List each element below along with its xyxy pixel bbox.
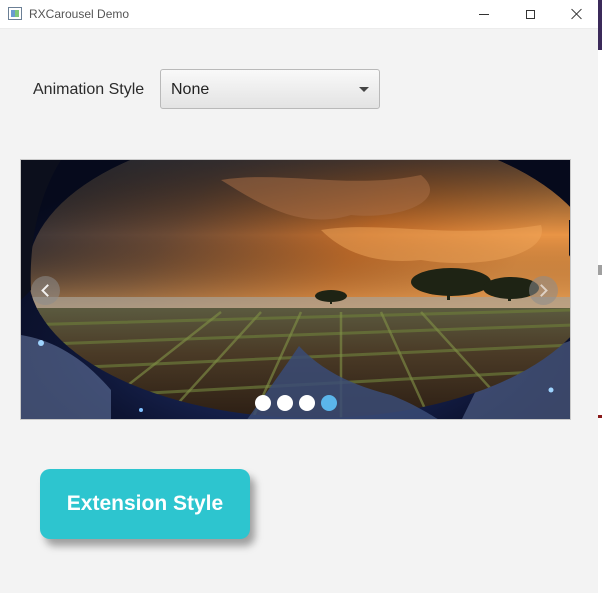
close-button[interactable]	[553, 0, 599, 28]
extension-style-button[interactable]: Extension Style	[40, 469, 250, 539]
animation-style-dropdown[interactable]: None	[160, 69, 380, 109]
maximize-button[interactable]	[507, 0, 553, 28]
carousel-dot-2[interactable]	[277, 395, 293, 411]
maximize-icon	[525, 9, 535, 19]
carousel-dot-1[interactable]	[255, 395, 271, 411]
image-carousel[interactable]	[20, 159, 571, 420]
background-window-edge	[598, 0, 602, 593]
carousel-slide-image	[21, 160, 570, 419]
background-window-mark	[598, 265, 602, 275]
background-window-mark	[598, 415, 602, 418]
minimize-icon	[479, 13, 489, 15]
app-window: RXCarousel Demo Animation Style None Ext…	[0, 0, 599, 593]
carousel-dot-3[interactable]	[299, 395, 315, 411]
carousel-pagination	[255, 395, 337, 411]
carousel-next-button[interactable]	[529, 276, 558, 305]
title-bar[interactable]: RXCarousel Demo	[0, 0, 598, 29]
app-icon	[8, 7, 22, 20]
animation-style-label: Animation Style	[33, 81, 145, 98]
carousel-prev-button[interactable]	[31, 276, 60, 305]
chevron-right-icon	[535, 284, 548, 297]
background-window-accent	[598, 0, 602, 50]
minimize-button[interactable]	[461, 0, 507, 28]
dropdown-arrow-icon	[359, 87, 369, 92]
window-title: RXCarousel Demo	[29, 7, 130, 21]
chevron-left-icon	[41, 284, 54, 297]
animation-style-value: None	[171, 81, 210, 98]
carousel-dot-4[interactable]	[321, 395, 337, 411]
close-icon	[570, 8, 582, 20]
